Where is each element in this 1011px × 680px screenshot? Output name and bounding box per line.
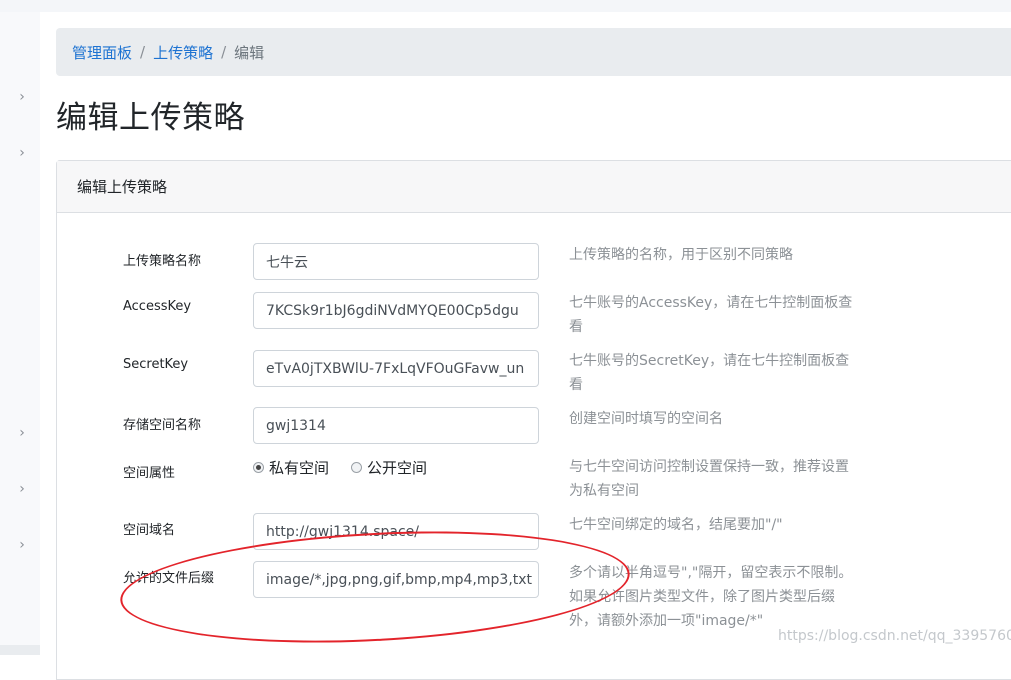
top-bar [0,0,1011,12]
file-extensions-input[interactable]: image/*,jpg,png,gif,bmp,mp4,mp3,txt [253,561,539,598]
visibility-label: 空间属性 [123,466,176,481]
secret-key-label: SecretKey [123,357,189,372]
breadcrumb-separator: / [140,43,146,61]
page-title: 编辑上传策略 [56,100,245,136]
sidebar: › › › › › [0,12,40,655]
bucket-name-input[interactable]: gwj1314 [253,407,539,444]
chevron-right-icon[interactable]: › [15,538,29,552]
radio-checked-icon [253,462,264,473]
edit-policy-card: 编辑上传策略 上传策略名称 七牛云 上传策略的名称，用于区别不同策略 Acces… [56,160,1011,680]
access-key-label: AccessKey [123,299,192,314]
chevron-right-icon[interactable]: › [15,90,29,104]
card-header: 编辑上传策略 [57,161,1011,213]
radio-unchecked-icon [351,462,363,473]
breadcrumb: 管理面板 / 上传策略 / 编辑 [56,28,1011,76]
private-radio[interactable]: 私有空间 [253,457,329,478]
policy-name-help: 上传策略的名称，用于区别不同策略 [569,247,793,263]
chevron-right-icon[interactable]: › [15,146,29,160]
bucket-name-help: 创建空间时填写的空间名 [569,411,723,427]
secret-key-input[interactable]: eTvA0jTXBWlU-7FxLqVFOuGFavw_un [253,350,539,387]
breadcrumb-link-dashboard[interactable]: 管理面板 [72,42,132,63]
chevron-right-icon[interactable]: › [15,426,29,440]
chevron-right-icon[interactable]: › [15,482,29,496]
breadcrumb-link-policies[interactable]: 上传策略 [153,42,213,63]
access-key-input[interactable]: 7KCSk9r1bJ6gdiNVdMYQE00Cp5dgu [253,292,539,329]
watermark: https://blog.csdn.net/qq_33957603 [778,628,1011,644]
visibility-help: 与七牛空间访问控制设置保持一致，推荐设置为私有空间 [569,459,849,499]
access-key-help: 七牛账号的AccessKey，请在七牛控制面板查看 [569,295,853,335]
breadcrumb-current: 编辑 [234,43,265,62]
private-radio-label: 私有空间 [269,459,330,477]
policy-name-input[interactable]: 七牛云 [253,243,539,280]
visibility-radio-group: 私有空间 公开空间 [253,457,449,478]
file-extensions-help: 多个请以半角逗号","隔开，留空表示不限制。如果允许图片类型文件，除了图片类型后… [569,565,853,629]
bucket-name-label: 存储空间名称 [123,418,202,433]
secret-key-help: 七牛账号的SecretKey，请在七牛控制面板查看 [569,353,850,393]
sidebar-footer [0,645,40,655]
domain-input[interactable]: http://gwj1314.space/ [253,513,539,550]
public-radio-label: 公开空间 [367,459,428,477]
domain-label: 空间域名 [123,523,176,538]
public-radio[interactable]: 公开空间 [351,457,427,478]
policy-name-label: 上传策略名称 [123,254,202,269]
file-extensions-label: 允许的文件后缀 [123,571,215,586]
domain-help: 七牛空间绑定的域名，结尾要加"/" [569,517,783,533]
breadcrumb-separator: / [221,43,227,61]
